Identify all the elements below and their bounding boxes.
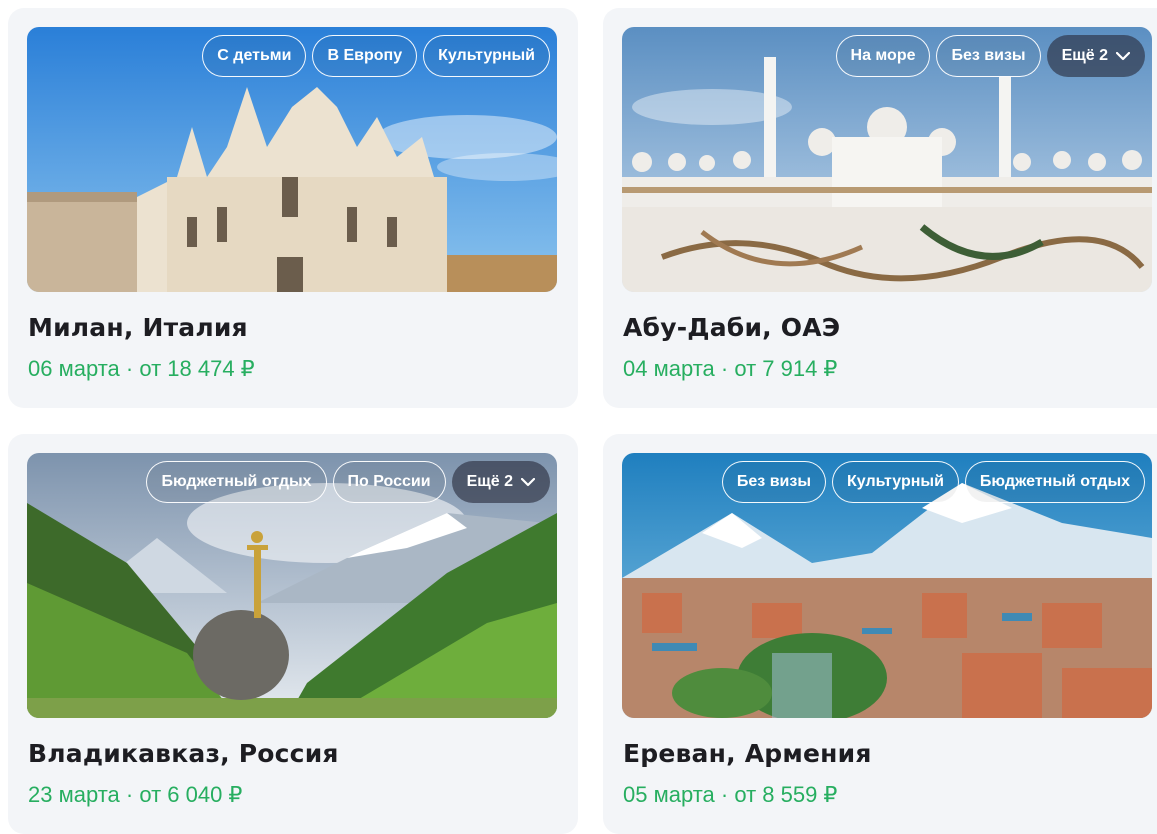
tag-to-europe[interactable]: В Европу	[312, 35, 418, 77]
date-price: 04 марта · от 7 914 ₽	[623, 356, 837, 382]
more-tags-button[interactable]: Ещё 2	[1046, 35, 1145, 77]
more-tags-button[interactable]: Ещё 2	[451, 461, 550, 503]
tag-sea[interactable]: На море	[835, 35, 931, 77]
cathedral-photo: С детьми В Европу Культурный	[27, 27, 557, 292]
tag-no-visa[interactable]: Без визы	[721, 461, 826, 503]
trip-date: 06 марта	[28, 356, 120, 381]
tag-cultural[interactable]: Культурный	[423, 35, 550, 77]
trip-price: от 7 914 ₽	[734, 356, 838, 381]
tag-budget[interactable]: Бюджетный отдых	[146, 461, 327, 503]
date-price: 23 марта · от 6 040 ₽	[28, 782, 242, 808]
tag-list: С детьми В Европу Культурный	[202, 35, 550, 77]
city-mountain-photo: Без визы Культурный Бюджетный отдых	[622, 453, 1152, 718]
tag-russia[interactable]: По России	[332, 461, 446, 503]
destination-card-milan[interactable]: С детьми В Европу Культурный Милан, Итал…	[8, 8, 578, 408]
trip-price: от 6 040 ₽	[139, 782, 243, 807]
destination-title: Владикавказ, Россия	[28, 739, 339, 768]
mosque-photo: На море Без визы Ещё 2	[622, 27, 1152, 292]
trip-date: 05 марта	[623, 782, 715, 807]
chevron-down-icon	[521, 477, 535, 486]
tag-budget[interactable]: Бюджетный отдых	[964, 461, 1145, 503]
mountain-sword-photo: Бюджетный отдых По России Ещё 2	[27, 453, 557, 718]
separator: ·	[119, 356, 140, 381]
tag-no-visa[interactable]: Без визы	[936, 35, 1041, 77]
trip-price: от 18 474 ₽	[139, 356, 255, 381]
trip-date: 23 марта	[28, 782, 120, 807]
trip-date: 04 марта	[623, 356, 715, 381]
tag-with-kids[interactable]: С детьми	[202, 35, 307, 77]
tag-list: Бюджетный отдых По России Ещё 2	[146, 461, 550, 503]
destination-title: Ереван, Армения	[623, 739, 872, 768]
separator: ·	[714, 356, 735, 381]
date-price: 05 марта · от 8 559 ₽	[623, 782, 837, 808]
date-price: 06 марта · от 18 474 ₽	[28, 356, 255, 382]
destination-title: Абу-Даби, ОАЭ	[623, 313, 841, 342]
more-tags-label: Ещё 2	[1061, 47, 1108, 64]
destinations-grid: С детьми В Европу Культурный Милан, Итал…	[0, 0, 1157, 834]
destination-title: Милан, Италия	[28, 313, 248, 342]
separator: ·	[714, 782, 735, 807]
destination-card-abu-dhabi[interactable]: На море Без визы Ещё 2 Абу-Даби, ОАЭ 04 …	[603, 8, 1157, 408]
tag-cultural[interactable]: Культурный	[832, 461, 959, 503]
destination-card-yerevan[interactable]: Без визы Культурный Бюджетный отдых Ерев…	[603, 434, 1157, 834]
trip-price: от 8 559 ₽	[734, 782, 838, 807]
tag-list: На море Без визы Ещё 2	[835, 35, 1145, 77]
tag-list: Без визы Культурный Бюджетный отдых	[721, 461, 1145, 503]
separator: ·	[119, 782, 140, 807]
chevron-down-icon	[1116, 51, 1130, 60]
more-tags-label: Ещё 2	[466, 473, 513, 490]
destination-card-vladikavkaz[interactable]: Бюджетный отдых По России Ещё 2 Владикав…	[8, 434, 578, 834]
